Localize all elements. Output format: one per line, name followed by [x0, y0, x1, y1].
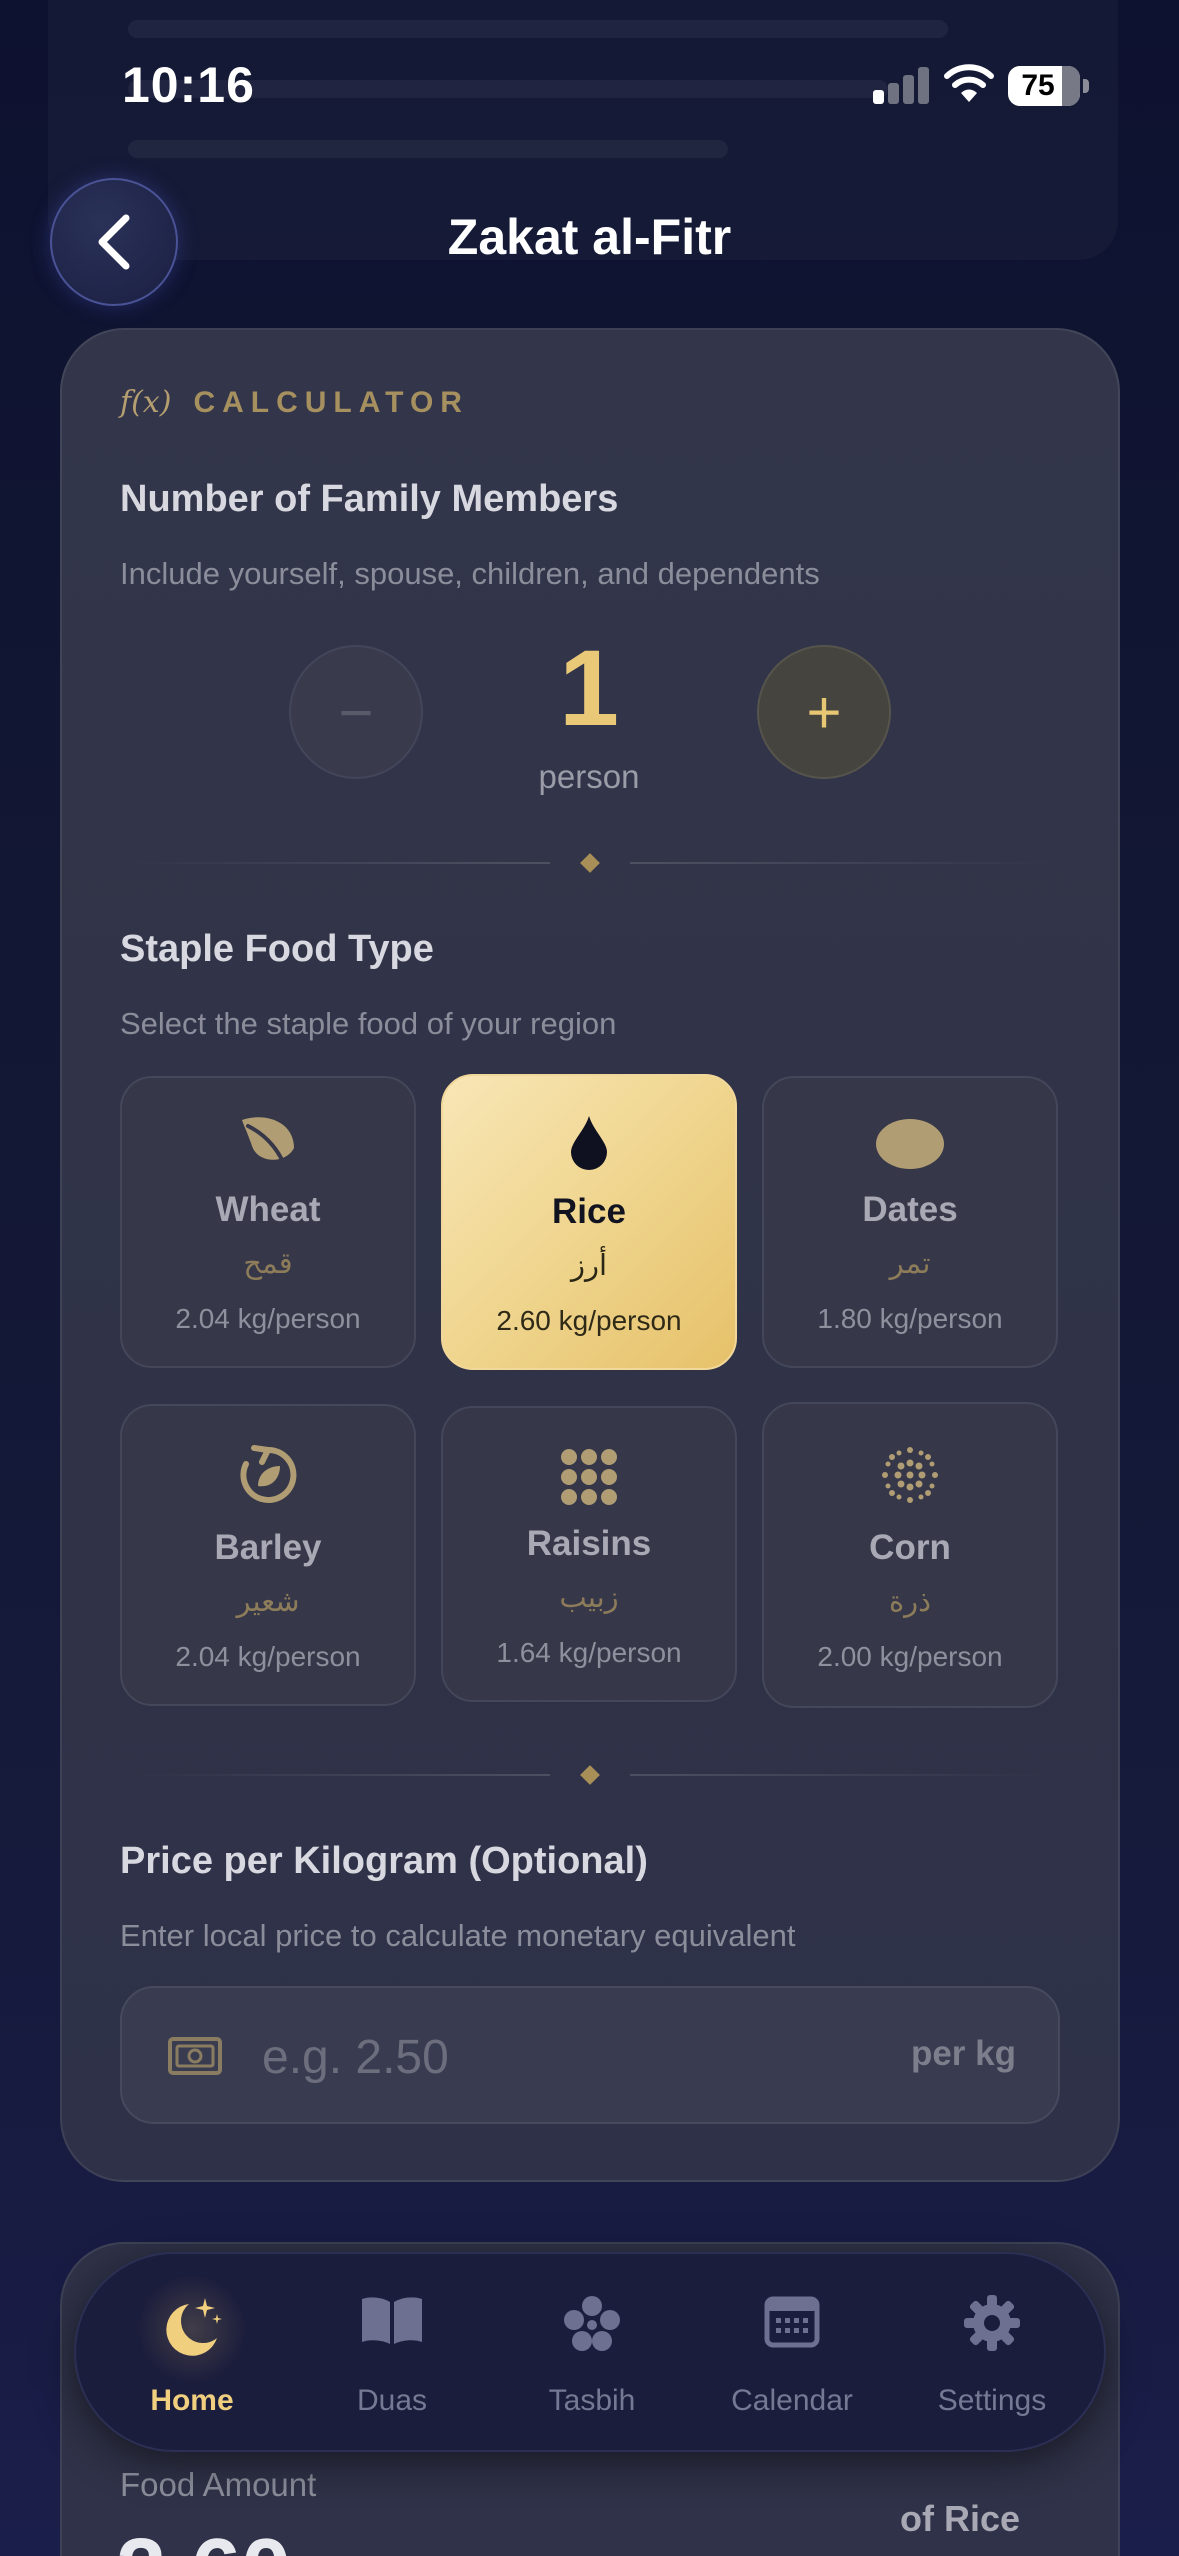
food-amount-per-person: 2.60 kg/person	[496, 1305, 682, 1336]
function-icon: f(x)	[120, 385, 172, 420]
tab-label: Tasbih	[548, 2384, 636, 2417]
food-arabic-name: ذرة	[888, 1586, 932, 1618]
status-time: 10:16	[122, 57, 255, 113]
drop-icon	[443, 1114, 735, 1170]
tab-label: Home	[150, 2384, 234, 2417]
food-name: Barley	[214, 1528, 322, 1567]
price-input[interactable]	[262, 2018, 822, 2096]
food-arabic-name: تمر	[889, 1248, 931, 1280]
book-icon	[292, 2294, 492, 2346]
section-label: CALCULATOR	[193, 385, 469, 419]
increment-button[interactable]: +	[757, 645, 891, 779]
family-count: 1	[558, 627, 620, 748]
beads-icon	[492, 2294, 692, 2354]
food-arabic-name: قمح	[243, 1248, 293, 1280]
calendar-icon	[692, 2294, 892, 2348]
tab-label: Calendar	[731, 2384, 853, 2417]
food-name: Raisins	[526, 1524, 652, 1563]
food-option-corn[interactable]: Corn ذرة 2.00 kg/person	[762, 1402, 1058, 1708]
tab-label: Settings	[937, 2384, 1047, 2417]
leaf-cycle-icon	[122, 1444, 414, 1506]
food-option-wheat[interactable]: Wheat قمح 2.04 kg/person	[120, 1076, 416, 1368]
food-type-subtitle: Select the staple food of your region	[120, 1006, 617, 1041]
oval-icon	[764, 1118, 1056, 1170]
result-value: 2.60	[116, 2520, 291, 2556]
plus-icon: +	[806, 678, 842, 746]
food-name: Dates	[862, 1190, 958, 1229]
dots-grid-icon	[443, 1448, 735, 1506]
section-divider	[120, 1765, 1060, 1785]
battery-indicator: 75	[1008, 66, 1089, 106]
leaf-icon	[122, 1112, 414, 1168]
food-arabic-name: زبيب	[559, 1582, 619, 1614]
food-option-rice[interactable]: Rice أرز 2.60 kg/person	[441, 1074, 737, 1370]
price-title: Price per Kilogram (Optional)	[120, 1840, 648, 1882]
page-title: Zakat al-Fitr	[447, 209, 732, 265]
dotted-circle-icon	[764, 1444, 1056, 1506]
moon-stars-icon	[92, 2294, 292, 2360]
food-option-raisins[interactable]: Raisins زبيب 1.64 kg/person	[441, 1406, 737, 1702]
wifi-icon	[944, 62, 994, 104]
minus-icon: −	[338, 678, 374, 746]
result-label: Food Amount	[120, 2466, 317, 2503]
food-option-barley[interactable]: Barley شعير 2.04 kg/person	[120, 1404, 416, 1706]
tab-bar: Home Duas Tasbih Calendar Settings	[74, 2252, 1106, 2452]
food-type-title: Staple Food Type	[120, 928, 434, 970]
food-amount-per-person: 2.00 kg/person	[817, 1641, 1003, 1672]
food-amount-per-person: 1.64 kg/person	[496, 1637, 682, 1668]
status-bar: 10:16 75	[0, 0, 1179, 170]
food-option-dates[interactable]: Dates تمر 1.80 kg/person	[762, 1076, 1058, 1368]
family-members-subtitle: Include yourself, spouse, children, and …	[120, 556, 820, 591]
food-name: Wheat	[215, 1190, 321, 1229]
result-unit: of Rice	[900, 2498, 1021, 2539]
family-members-title: Number of Family Members	[120, 478, 619, 520]
food-name: Rice	[552, 1192, 626, 1231]
battery-level: 75	[1021, 69, 1055, 102]
food-arabic-name: أرز	[570, 1250, 608, 1282]
cellular-signal-icon	[873, 66, 931, 104]
food-name: Corn	[869, 1528, 951, 1567]
food-amount-per-person: 2.04 kg/person	[175, 1641, 361, 1672]
price-subtitle: Enter local price to calculate monetary …	[120, 1918, 796, 1953]
tab-settings[interactable]: Settings	[892, 2254, 1092, 2454]
section-divider	[120, 853, 1060, 873]
tab-label: Duas	[356, 2384, 428, 2417]
food-amount-per-person: 1.80 kg/person	[817, 1303, 1003, 1334]
tab-tasbih[interactable]: Tasbih	[492, 2254, 692, 2454]
section-header: f(x) CALCULATOR	[120, 385, 469, 420]
gear-icon	[892, 2294, 1092, 2352]
price-input-field[interactable]: per kg	[120, 1986, 1060, 2124]
decrement-button[interactable]: −	[289, 645, 423, 779]
banknote-icon	[168, 2037, 222, 2075]
tab-duas[interactable]: Duas	[292, 2254, 492, 2454]
tab-home[interactable]: Home	[92, 2254, 292, 2454]
price-unit: per kg	[910, 2034, 1016, 2073]
tab-calendar[interactable]: Calendar	[692, 2254, 892, 2454]
food-amount-per-person: 2.04 kg/person	[175, 1303, 361, 1334]
food-arabic-name: شعير	[236, 1586, 300, 1618]
family-count-unit: person	[538, 758, 640, 795]
screen: 10:16 75 Zakat al-Fitr f(x) CALCULATOR N…	[0, 0, 1179, 2556]
